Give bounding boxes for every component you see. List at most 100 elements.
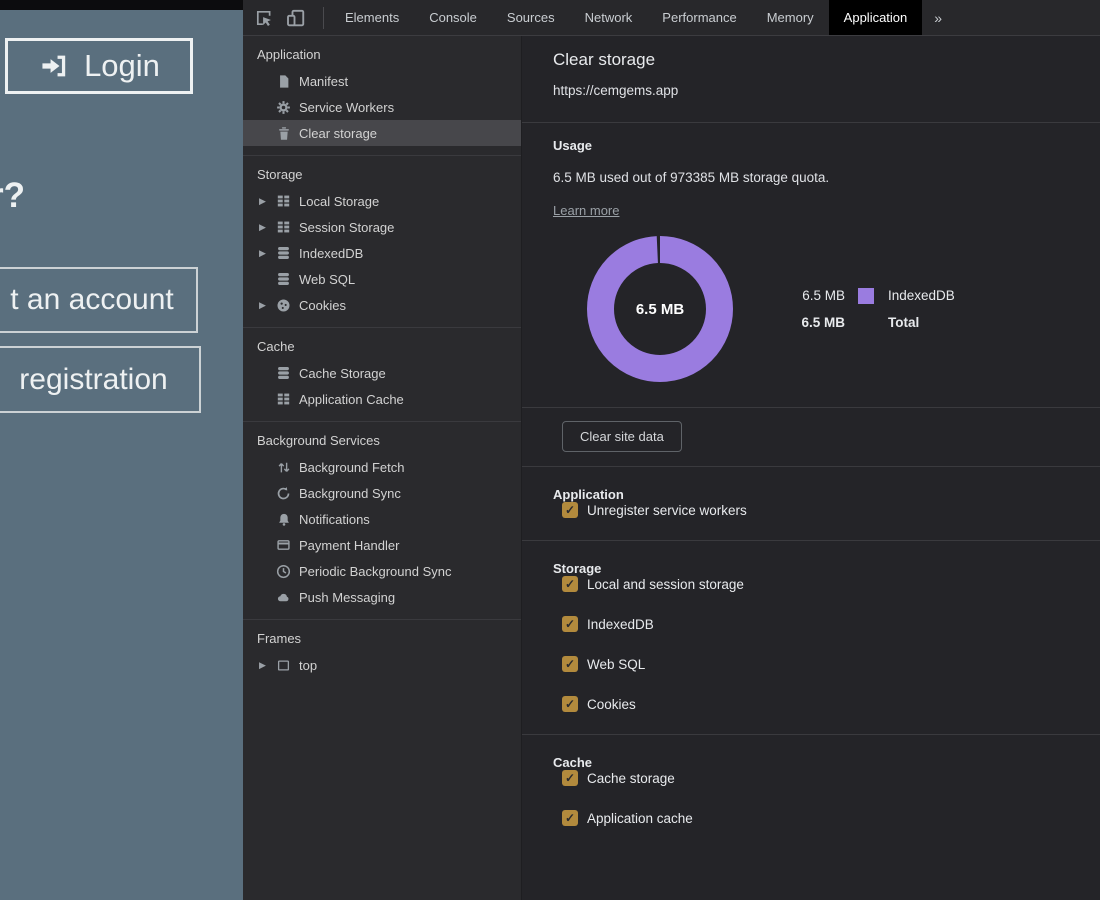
sidebar-item-service-workers[interactable]: Service Workers: [243, 94, 521, 120]
sidebar-item-background-sync[interactable]: Background Sync: [243, 480, 521, 506]
sidebar-item-local-storage[interactable]: ▶ Local Storage: [243, 188, 521, 214]
expand-triangle-icon[interactable]: ▶: [259, 196, 275, 207]
checked-checkbox-icon[interactable]: ✓: [562, 656, 578, 672]
sidebar-item-notifications[interactable]: Notifications: [243, 506, 521, 532]
registration-button[interactable]: registration: [0, 346, 201, 413]
tab-performance[interactable]: Performance: [647, 0, 751, 35]
sidebar-item-background-fetch[interactable]: Background Fetch: [243, 454, 521, 480]
expand-triangle-icon[interactable]: ▶: [259, 660, 275, 671]
sidebar-item-session-storage[interactable]: ▶ Session Storage: [243, 214, 521, 240]
tab-elements[interactable]: Elements: [330, 0, 414, 35]
table-icon: [275, 391, 292, 408]
sidebar-item-cache-storage[interactable]: Cache Storage: [243, 360, 521, 386]
legend-value: 6.5 MB: [789, 315, 845, 330]
create-account-button[interactable]: t an account: [0, 267, 198, 333]
legend-label: IndexedDB: [888, 288, 955, 303]
sidebar-section-application: Application Manifest: [243, 36, 521, 156]
section-heading: Application: [522, 487, 1100, 502]
sidebar-item-application-cache[interactable]: Application Cache: [243, 386, 521, 412]
frame-icon: [275, 657, 292, 674]
sidebar-item-payment-handler[interactable]: Payment Handler: [243, 532, 521, 558]
tab-network[interactable]: Network: [570, 0, 648, 35]
clear-storage-trash-icon: [275, 125, 292, 142]
checkbox-row-application-cache[interactable]: ✓ Application cache: [562, 810, 1100, 826]
checkbox-row-unregister-service-workers[interactable]: ✓ Unregister service workers: [562, 502, 1100, 518]
usage-section: Usage 6.5 MB used out of 973385 MB stora…: [522, 123, 1100, 408]
table-icon: [275, 193, 292, 210]
quota-text: 6.5 MB used out of 973385 MB storage quo…: [553, 170, 1100, 185]
cloud-icon: [275, 589, 292, 606]
cache-options-section: Cache ✓ Cache storage ✓ Application cach…: [522, 735, 1100, 848]
expand-triangle-icon[interactable]: ▶: [259, 222, 275, 233]
application-options-section: Application ✓ Unregister service workers: [522, 467, 1100, 541]
more-tabs-icon[interactable]: »: [922, 0, 954, 35]
legend-row-indexeddb: 6.5 MB IndexedDB: [789, 282, 955, 309]
usage-chart-row: 6.5 MB 6.5 MB IndexedDB 6.5 MB: [553, 234, 1100, 384]
sidebar-section-title: Frames: [243, 624, 521, 652]
clear-site-data-button[interactable]: Clear site data: [562, 421, 682, 452]
service-workers-gear-icon: [275, 99, 292, 116]
device-toolbar-icon[interactable]: [285, 7, 307, 29]
sidebar-section-frames: Frames ▶ top: [243, 620, 521, 687]
fetch-arrows-icon: [275, 459, 292, 476]
checkbox-row-cache-storage[interactable]: ✓ Cache storage: [562, 770, 1100, 786]
tab-memory[interactable]: Memory: [752, 0, 829, 35]
checked-checkbox-icon[interactable]: ✓: [562, 502, 578, 518]
donut-center-label: 6.5 MB: [585, 234, 735, 384]
expand-triangle-icon[interactable]: ▶: [259, 248, 275, 259]
storage-donut-chart: 6.5 MB: [585, 234, 735, 384]
tab-sources[interactable]: Sources: [492, 0, 570, 35]
expand-triangle-icon[interactable]: ▶: [259, 300, 275, 311]
checked-checkbox-icon[interactable]: ✓: [562, 770, 578, 786]
usage-heading: Usage: [553, 138, 1100, 153]
login-button-label: Login: [84, 48, 160, 84]
sidebar-item-manifest[interactable]: Manifest: [243, 68, 521, 94]
view-header: Clear storage https://cemgems.app: [522, 36, 1100, 123]
checked-checkbox-icon[interactable]: ✓: [562, 696, 578, 712]
checkbox-row-indexeddb[interactable]: ✓ IndexedDB: [562, 616, 1100, 632]
sidebar-item-cookies[interactable]: ▶ Cookies: [243, 292, 521, 318]
checkbox-row-local-and-session-storage[interactable]: ✓ Local and session storage: [562, 576, 1100, 592]
origin-url: https://cemgems.app: [553, 83, 1100, 98]
indexeddb-swatch-icon: [858, 288, 874, 304]
screen: Login r? t an account registration: [0, 0, 1100, 900]
sidebar-item-periodic-background-sync[interactable]: Periodic Background Sync: [243, 558, 521, 584]
sidebar-item-web-sql[interactable]: Web SQL: [243, 266, 521, 292]
section-heading: Storage: [522, 561, 1100, 576]
login-arrow-icon: [38, 53, 68, 79]
storage-options-section: Storage ✓ Local and session storage ✓ In…: [522, 541, 1100, 735]
checkbox-row-cookies[interactable]: ✓ Cookies: [562, 696, 1100, 712]
checked-checkbox-icon[interactable]: ✓: [562, 576, 578, 592]
sidebar-section-storage: Storage ▶ Local Storage ▶ Session Sto: [243, 156, 521, 328]
sidebar-section-background-services: Background Services Background Fetch: [243, 422, 521, 620]
database-icon: [275, 271, 292, 288]
legend-spacer: [858, 315, 874, 331]
database-icon: [275, 365, 292, 382]
clear-storage-view: Clear storage https://cemgems.app Usage …: [522, 36, 1100, 900]
clear-site-data-section: Clear site data: [522, 408, 1100, 467]
sidebar-item-clear-storage[interactable]: Clear storage: [243, 120, 521, 146]
tab-console[interactable]: Console: [414, 0, 492, 35]
checkbox-row-web-sql[interactable]: ✓ Web SQL: [562, 656, 1100, 672]
checked-checkbox-icon[interactable]: ✓: [562, 810, 578, 826]
chart-legend: 6.5 MB IndexedDB 6.5 MB Total: [789, 282, 955, 336]
learn-more-link[interactable]: Learn more: [553, 203, 619, 218]
sidebar-item-indexeddb[interactable]: ▶ IndexedDB: [243, 240, 521, 266]
tabbar-separator: [323, 7, 324, 29]
sidebar-section-title: Application: [243, 40, 521, 68]
tab-application[interactable]: Application: [829, 0, 923, 35]
cookie-icon: [275, 297, 292, 314]
legend-row-total: 6.5 MB Total: [789, 309, 955, 336]
sidebar-section-cache: Cache Cache Storage Application Cac: [243, 328, 521, 422]
checked-checkbox-icon[interactable]: ✓: [562, 616, 578, 632]
inspect-element-icon[interactable]: [253, 7, 275, 29]
login-button[interactable]: Login: [5, 38, 193, 94]
manifest-file-icon: [275, 73, 292, 90]
devtools-tabbar: Elements Console Sources Network Perform…: [243, 0, 1100, 36]
payment-card-icon: [275, 537, 292, 554]
sidebar-item-top-frame[interactable]: ▶ top: [243, 652, 521, 678]
registration-button-label: registration: [19, 363, 167, 397]
sidebar-section-title: Storage: [243, 160, 521, 188]
sidebar-item-push-messaging[interactable]: Push Messaging: [243, 584, 521, 610]
devtools-panel: Elements Console Sources Network Perform…: [243, 0, 1100, 900]
